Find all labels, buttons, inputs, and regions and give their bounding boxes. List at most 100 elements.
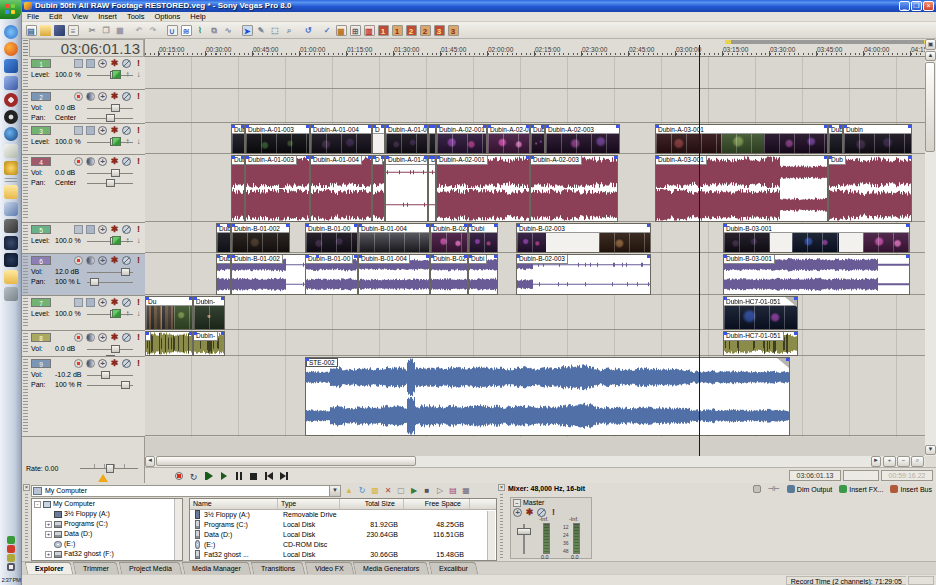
undo-button[interactable]: ↶ (132, 23, 146, 37)
audio-event[interactable]: D (428, 155, 436, 222)
column-header-name[interactable]: Name (190, 499, 278, 509)
video-event[interactable]: Dubin-B-01-00 (305, 223, 358, 253)
explorer-file-list[interactable]: NameTypeTotal SizeFree Space 3½ Floppy (… (189, 498, 497, 561)
invert-phase-button[interactable] (86, 92, 95, 101)
video-event[interactable]: Dub (828, 124, 843, 154)
arm-for-record-button[interactable] (74, 92, 83, 101)
mixer-close-icon[interactable]: × (498, 484, 505, 491)
tab-video-fx[interactable]: Video FX (304, 562, 353, 574)
chase-audio-button[interactable]: ∿ (221, 23, 235, 37)
window-floating-button[interactable]: ▥ (362, 23, 376, 37)
compositing-mode-button[interactable] (112, 309, 121, 318)
favorites-button[interactable]: ▢ (395, 485, 407, 496)
automation-settings-button[interactable]: + (98, 256, 107, 265)
track-control-value[interactable]: 100 % R (55, 380, 87, 390)
tab-excalibur[interactable]: Excalibur (429, 562, 478, 574)
track-slider[interactable] (87, 345, 133, 353)
titlebar[interactable]: Dubin 50th All RAW Footage RESTORED.veg … (22, 0, 936, 12)
audio-event[interactable]: Dub (828, 155, 912, 222)
track-header-5[interactable]: 5+✱!Level:100.0 %↑↓ (22, 223, 145, 254)
insert-fx-button[interactable]: Insert FX... (839, 485, 883, 493)
track-fx-button[interactable]: ✱ (110, 59, 119, 68)
audio-event[interactable]: Dubin-B-01-00 (305, 254, 358, 295)
mixer-small-button-1[interactable] (753, 485, 761, 493)
track-header-2[interactable]: 2+✱!Vol:0.0 dBPan:Center (22, 90, 145, 124)
make-compositing-parent-button[interactable]: ↓ (134, 137, 143, 146)
combo-dropdown-icon[interactable]: ▼ (329, 486, 340, 496)
audio-event[interactable]: Dubin-B-02-003 (516, 254, 651, 295)
minimize-button[interactable]: _ (899, 1, 910, 11)
dim-output-button[interactable]: Dim Output (787, 485, 832, 493)
file-list-row[interactable]: (E:)CD-ROM Disc (190, 540, 496, 550)
tree-item-3-floppy-a-[interactable]: 3½ Floppy (A:) (32, 509, 182, 519)
folder-2-icon[interactable] (4, 270, 18, 284)
track-control-value[interactable]: 100.0 % (55, 70, 87, 80)
track-control-value[interactable]: Center (55, 113, 87, 123)
video-event[interactable]: D (372, 124, 385, 154)
scroll-up-button[interactable]: ▲ (925, 51, 936, 61)
video-event[interactable]: Dubin-A-01-006 (385, 124, 428, 154)
play-from-start-button[interactable] (201, 470, 216, 482)
master-automation-settings-button[interactable]: + (513, 508, 522, 517)
video-event[interactable]: Dubin-A-01-004 (310, 124, 372, 154)
mute-button[interactable] (122, 225, 131, 234)
marker-tool-button[interactable]: ▣ (925, 39, 936, 50)
track-fx-button[interactable]: ✱ (110, 333, 119, 342)
track-number-badge[interactable]: 1 (31, 59, 51, 68)
video-event[interactable]: Dubin-B-01-004 (358, 223, 430, 253)
video-event[interactable]: Dubin-B-01-002 (231, 223, 290, 253)
real-player-icon[interactable] (4, 127, 18, 141)
audio-event[interactable]: STE-002 (305, 357, 790, 436)
list-scrollbar[interactable] (487, 511, 495, 561)
compositing-mode-button[interactable] (112, 236, 121, 245)
track-control-value[interactable]: 100.0 % (55, 137, 87, 147)
solo-button[interactable]: ! (134, 92, 143, 101)
stop-preview-button[interactable]: ■ (421, 485, 433, 496)
take-1b-button[interactable]: 1 (390, 23, 404, 37)
mixer-small-button-2[interactable]: ⊣⊢ (768, 485, 780, 493)
arm-for-record-button[interactable] (74, 256, 83, 265)
explorer-address-combo[interactable]: My Computer▼ (31, 485, 341, 497)
video-event[interactable] (428, 124, 436, 154)
tree-item--e-[interactable]: (E:) (32, 539, 182, 549)
menu-view[interactable]: View (67, 12, 93, 22)
track-motion-button[interactable] (86, 126, 95, 135)
invert-phase-button[interactable] (86, 333, 95, 342)
menu-help[interactable]: Help (185, 12, 210, 22)
notes-app-icon[interactable] (4, 287, 18, 301)
column-header-free-space[interactable]: Free Space (404, 499, 470, 509)
track-header-3[interactable]: 3+✱!Level:100.0 %↑↓ (22, 124, 145, 155)
audio-event[interactable]: Dubin-A-02-001 (436, 155, 530, 222)
bypass-motion-blur-button[interactable] (74, 126, 83, 135)
file-list-row[interactable]: 3½ Floppy (A:)Removable Drive (190, 510, 496, 520)
window-docks-button[interactable]: ⊞ (348, 23, 362, 37)
audio-event[interactable]: Dubin-A-01-004 (310, 155, 372, 222)
video-event[interactable]: Dubin-A-02-0 (487, 124, 530, 154)
mute-button[interactable] (122, 157, 131, 166)
audio-event[interactable]: Dubin-B-02- (430, 254, 468, 295)
auto-preview-button[interactable]: ▷ (434, 485, 446, 496)
track-fx-button[interactable]: ✱ (110, 157, 119, 166)
app-dark-2-icon[interactable] (4, 253, 18, 267)
video-event[interactable]: Dubi (231, 124, 245, 154)
mute-button[interactable] (122, 92, 131, 101)
track-control-value[interactable]: 0.0 dB (55, 344, 87, 354)
expand-icon[interactable]: + (45, 551, 52, 558)
audio-event[interactable]: Dubin-A-01-006 (385, 155, 428, 222)
time-ruler[interactable]: 00:15:0000:30:0000:45:0001:00:0001:15:00… (145, 45, 925, 57)
track-number-badge[interactable]: 2 (31, 92, 51, 101)
track-motion-button[interactable] (86, 225, 95, 234)
tree-scrollbar[interactable] (174, 499, 182, 560)
menu-edit[interactable]: Edit (44, 12, 67, 22)
make-compositing-parent-button[interactable]: ↓ (134, 309, 143, 318)
video-event[interactable]: Dubin-A-03-001 (655, 124, 828, 154)
automation-settings-button[interactable]: + (98, 298, 107, 307)
zoom-out-button[interactable]: − (897, 456, 910, 467)
take-2a-button[interactable]: 2 (404, 23, 418, 37)
make-compositing-child-button[interactable]: ↑ (123, 236, 132, 245)
master-solo-button[interactable]: ! (549, 508, 558, 517)
auto-ripple-button[interactable]: ≋ (179, 23, 193, 37)
track-slider[interactable] (87, 104, 133, 112)
track-number-badge[interactable]: 8 (31, 333, 51, 342)
invert-phase-button[interactable] (86, 359, 95, 368)
